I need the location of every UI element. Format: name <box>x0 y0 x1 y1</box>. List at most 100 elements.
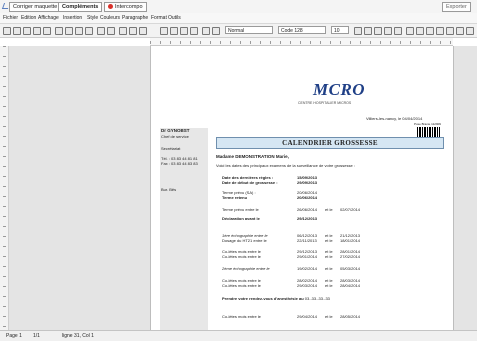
italic-icon[interactable] <box>364 27 372 35</box>
leave-and: et le <box>325 207 333 212</box>
highlight-icon[interactable] <box>394 27 402 35</box>
consult2-date-to: 27/02/2014 <box>340 254 361 259</box>
paragraph-mark-icon[interactable] <box>119 27 127 35</box>
align-right-icon[interactable] <box>180 27 188 35</box>
secretariat-label: Secrétariat <box>161 146 181 151</box>
bureau-label: Bur. Bës <box>161 187 177 192</box>
menu-affichage[interactable]: Affichage <box>38 15 59 21</box>
numbering-icon[interactable] <box>212 27 220 35</box>
consult2-and: et le <box>325 254 333 259</box>
leave-label: Terme prévu entre le <box>222 207 259 212</box>
menu-outils[interactable]: Outils <box>168 15 181 21</box>
horizontal-ruler[interactable] <box>150 38 453 46</box>
vertical-ruler[interactable] <box>0 46 9 330</box>
menu-couleurs[interactable]: Couleurs <box>100 15 120 21</box>
spellcheck-icon[interactable] <box>55 27 63 35</box>
justify-icon[interactable] <box>190 27 198 35</box>
consult5-date-to: 28/05/2014 <box>340 314 361 319</box>
text-color-icon[interactable] <box>384 27 392 35</box>
tab-intercompo-label: Intercompo <box>115 4 143 10</box>
echo2-date-to: 05/03/2014 <box>340 266 361 271</box>
export-button[interactable]: Exporter <box>442 2 471 12</box>
anesthesia-text: Prendre votre rendez-vous d'anesthésie a… <box>222 296 305 301</box>
consult4-and: et le <box>325 283 333 288</box>
header-icon[interactable] <box>426 27 434 35</box>
copy-icon[interactable] <box>75 27 83 35</box>
undo-icon[interactable] <box>97 27 105 35</box>
font-select[interactable]: Code 128 <box>278 26 326 34</box>
consult4-date-to: 28/04/2014 <box>340 283 361 288</box>
settings-icon[interactable] <box>456 27 464 35</box>
menu-style[interactable]: Style <box>87 15 98 21</box>
trisomy-and: et le <box>325 238 333 243</box>
font-size-select[interactable]: 10 <box>331 26 349 34</box>
declaration-value: 29/12/2013 <box>297 216 318 221</box>
align-left-icon[interactable] <box>160 27 168 35</box>
preview-icon[interactable] <box>43 27 51 35</box>
stop-icon <box>108 4 113 10</box>
menu-paragraphe[interactable]: Paragraphe <box>122 15 148 21</box>
redo-icon[interactable] <box>107 27 115 35</box>
echo2-and: et le <box>325 266 333 271</box>
term-retained-value: 20/06/2014 <box>297 195 318 200</box>
status-page: Page 1 <box>6 333 22 339</box>
term-retained-label: Terme retenu <box>222 195 248 200</box>
style-select[interactable]: Normal <box>225 26 273 34</box>
barcode-caption: Pose Branie 112909 <box>414 122 441 126</box>
paste-icon[interactable] <box>85 27 93 35</box>
trisomy-date-to: 18/01/2014 <box>340 238 361 243</box>
anesthesia-note: Prendre votre rendez-vous d'anesthésie a… <box>222 296 330 301</box>
underline-icon[interactable] <box>374 27 382 35</box>
align-center-icon[interactable] <box>170 27 178 35</box>
tab-intercompo[interactable]: Intercompo <box>104 2 147 12</box>
menu-bar: Fichier Edition Affichage Insertion Styl… <box>0 13 477 24</box>
echo2-date-from: 19/02/2014 <box>297 266 318 271</box>
consult4-label: Co-lètes mois entre le <box>222 283 261 288</box>
status-page-count: 1/1 <box>33 333 40 339</box>
trisomy-date-from: 22/11/2013 <box>297 238 317 243</box>
bullets-icon[interactable] <box>202 27 210 35</box>
consult4-date-from: 29/03/2014 <box>297 283 318 288</box>
status-line-col: ligne 31, Col 1 <box>62 333 94 339</box>
cut-icon[interactable] <box>65 27 73 35</box>
print-icon[interactable] <box>33 27 41 35</box>
leave-date-to: 02/07/2014 <box>340 207 361 212</box>
consult5-label: Co-lètes mois entre le <box>222 314 261 319</box>
status-bar: Page 1 1/1 ligne 31, Col 1 <box>0 330 477 341</box>
consult2-label: Co-lètes mois entre le <box>222 254 261 259</box>
intro-text: Voici les dates des principaux examens d… <box>216 163 355 168</box>
menu-insertion[interactable]: Insertion <box>63 15 82 21</box>
save-icon[interactable] <box>23 27 31 35</box>
doctor-name: Dr GYNOBST <box>161 128 190 133</box>
barcode <box>417 127 440 137</box>
start-value: 29/09/2013 <box>297 180 318 185</box>
menu-format[interactable]: Format <box>151 15 167 21</box>
new-document-icon[interactable] <box>3 27 11 35</box>
tab-complements[interactable]: Compléments <box>58 2 103 12</box>
declaration-label: Déclaration avant le <box>222 216 260 221</box>
leave-date-from: 26/06/2014 <box>297 207 318 212</box>
table-icon[interactable] <box>129 27 137 35</box>
footer-icon[interactable] <box>436 27 444 35</box>
toolbar: Normal Code 128 10 <box>0 24 477 38</box>
insert-field-icon[interactable] <box>416 27 424 35</box>
help-icon[interactable] <box>466 27 474 35</box>
anesthesia-phone: 03.-33.-33.-33 <box>304 296 330 301</box>
bold-icon[interactable] <box>354 27 362 35</box>
border-icon[interactable] <box>406 27 414 35</box>
calendar-title: CALENDRIER GROSSESSE <box>282 139 378 147</box>
fax-number: Fax : 03 83 44 83 83 <box>161 161 198 166</box>
trisomy-label: Dosage du HT21 entre le <box>222 238 267 243</box>
menu-edition[interactable]: Edition <box>21 15 36 21</box>
consult5-date-from: 29/04/2014 <box>297 314 318 319</box>
zoom-icon[interactable] <box>446 27 454 35</box>
open-folder-icon[interactable] <box>13 27 21 35</box>
menu-fichier[interactable]: Fichier <box>3 15 18 21</box>
start-label: Date de début de grossesse : <box>222 180 278 185</box>
patient-greeting: Madame DEMONSTRATION Marie, <box>216 154 289 159</box>
image-icon[interactable] <box>139 27 147 35</box>
hospital-logo: MCRO <box>313 80 366 99</box>
calendar-title-banner: CALENDRIER GROSSESSE <box>216 137 444 149</box>
tab-bar: Corriger maquette Compléments Intercompo… <box>0 0 477 14</box>
tab-corriger-maquette[interactable]: Corriger maquette <box>9 2 62 12</box>
